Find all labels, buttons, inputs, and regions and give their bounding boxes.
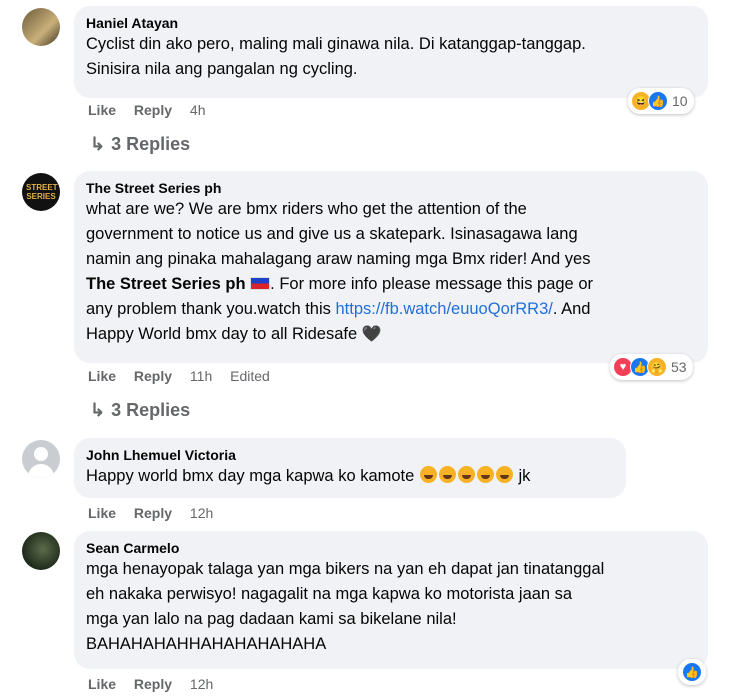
- ph-flag-icon: [250, 277, 271, 290]
- reply-button[interactable]: Reply: [134, 368, 172, 384]
- timestamp[interactable]: 4h: [190, 102, 206, 118]
- timestamp[interactable]: 12h: [190, 676, 213, 692]
- care-reaction-icon: 🤗: [647, 357, 667, 377]
- reply-arrow-icon: ↳: [90, 400, 106, 420]
- reply-button[interactable]: Reply: [134, 505, 172, 521]
- timestamp[interactable]: 12h: [190, 505, 213, 521]
- author-name[interactable]: Sean Carmelo: [86, 539, 696, 557]
- video-link[interactable]: https://fb.watch/euuoQorRR3/: [335, 300, 552, 318]
- comment-actions: Like Reply 12h: [88, 505, 227, 521]
- comment-actions: Like Reply 12h: [88, 676, 227, 692]
- like-button[interactable]: Like: [88, 505, 116, 521]
- avatar[interactable]: [22, 8, 60, 46]
- default-avatar[interactable]: [22, 440, 60, 478]
- edited-label: Edited: [230, 368, 270, 384]
- comment-text: mga henayopak talaga yan mga bikers na y…: [86, 560, 605, 653]
- comment-actions: Like Reply 11h Edited: [88, 368, 284, 384]
- reaction-summary[interactable]: 😆 👍 10: [628, 88, 694, 114]
- reply-button[interactable]: Reply: [134, 676, 172, 692]
- comment-actions: Like Reply 4h: [88, 102, 220, 118]
- comment-text: what are we? We are bmx riders who get t…: [86, 200, 593, 343]
- view-replies-link[interactable]: ↳ 3 Replies: [90, 134, 190, 155]
- black-heart-icon: 🖤: [361, 326, 382, 343]
- like-reaction-icon: 👍: [648, 91, 668, 111]
- like-button[interactable]: Like: [88, 676, 116, 692]
- reply-arrow-icon: ↳: [90, 134, 106, 154]
- person-silhouette-icon: [34, 447, 48, 461]
- reply-button[interactable]: Reply: [134, 102, 172, 118]
- comment-bubble: Sean Carmelo mga henayopak talaga yan mg…: [74, 531, 708, 669]
- view-replies-link[interactable]: ↳ 3 Replies: [90, 400, 190, 421]
- reaction-count: 53: [671, 359, 687, 375]
- like-button[interactable]: Like: [88, 102, 116, 118]
- like-button[interactable]: Like: [88, 368, 116, 384]
- reaction-count: 10: [672, 93, 688, 109]
- comment-text: Cyclist din ako pero, maling mali ginawa…: [86, 35, 586, 78]
- comment-text: Happy world bmx day mga kapwa ko kamote …: [86, 466, 531, 485]
- page-mention[interactable]: The Street Series ph: [86, 275, 246, 293]
- comment-bubble: Haniel Atayan Cyclist din ako pero, mali…: [74, 6, 708, 98]
- avatar[interactable]: STREET SERIES: [22, 173, 60, 211]
- like-reaction-icon: 👍: [682, 662, 702, 682]
- comment-bubble: John Lhemuel Victoria Happy world bmx da…: [74, 438, 626, 498]
- author-name[interactable]: John Lhemuel Victoria: [86, 446, 614, 464]
- reaction-summary[interactable]: ♥ 👍 🤗 53: [610, 354, 693, 380]
- rofl-emoji-icon: [419, 466, 514, 485]
- avatar[interactable]: [22, 532, 60, 570]
- avatar-logo-text: STREET SERIES: [26, 183, 58, 201]
- reaction-summary[interactable]: 👍: [678, 659, 706, 685]
- author-name[interactable]: Haniel Atayan: [86, 14, 696, 32]
- author-name[interactable]: The Street Series ph: [86, 179, 696, 197]
- comment-bubble: The Street Series ph what are we? We are…: [74, 171, 708, 363]
- timestamp[interactable]: 11h: [190, 368, 212, 384]
